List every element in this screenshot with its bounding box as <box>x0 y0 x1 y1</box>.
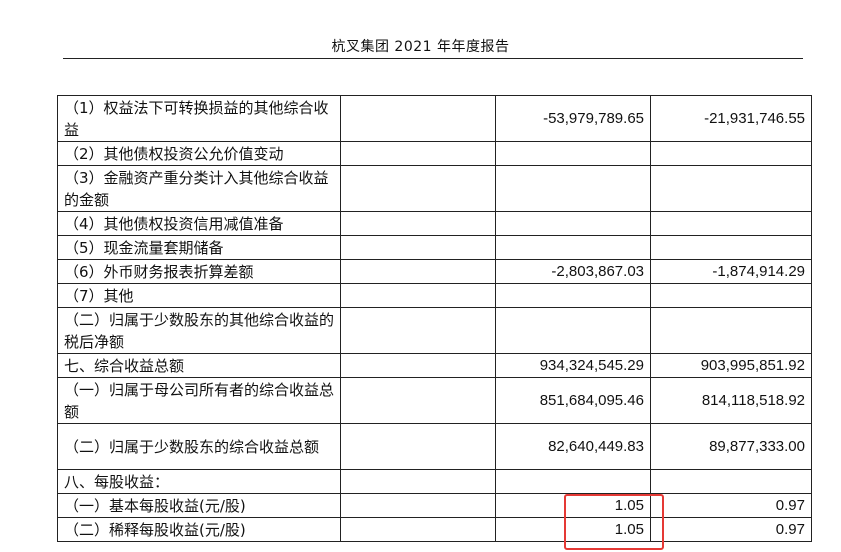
current-period-value <box>495 141 651 166</box>
table-row: （3）金融资产重分类计入其他综合收益的金额 <box>57 165 812 212</box>
current-period-value: -2,803,867.03 <box>495 259 651 284</box>
prior-period-value: -1,874,914.29 <box>650 259 812 284</box>
current-period-value <box>495 469 651 494</box>
comprehensive-income-table: （1）权益法下可转换损益的其他综合收益 -53,979,789.65 -21,9… <box>57 95 812 542</box>
row-label: 七、综合收益总额 <box>57 353 341 378</box>
row-label: （二）归属于少数股东的综合收益总额 <box>57 423 341 470</box>
table-row: 八、每股收益： <box>57 469 812 494</box>
row-label: （3）金融资产重分类计入其他综合收益的金额 <box>57 165 341 212</box>
table-row: （6）外币财务报表折算差额 -2,803,867.03 -1,874,914.2… <box>57 259 812 284</box>
table-row: （二）稀释每股收益(元/股) 1.05 0.97 <box>57 517 812 542</box>
prior-period-value <box>650 165 812 212</box>
row-label: 八、每股收益： <box>57 469 341 494</box>
table-row: （一）基本每股收益(元/股) 1.05 0.97 <box>57 493 812 518</box>
current-period-value: 851,684,095.46 <box>495 377 651 424</box>
prior-period-value <box>650 469 812 494</box>
row-label: （4）其他债权投资信用减值准备 <box>57 211 341 236</box>
row-label: （一）基本每股收益(元/股) <box>57 493 341 518</box>
prior-period-value <box>650 211 812 236</box>
current-period-value <box>495 211 651 236</box>
row-label: （6）外币财务报表折算差额 <box>57 259 341 284</box>
header-divider <box>63 58 803 59</box>
table-row: 七、综合收益总额 934,324,545.29 903,995,851.92 <box>57 353 812 378</box>
prior-period-value: 903,995,851.92 <box>650 353 812 378</box>
row-label: （一）归属于母公司所有者的综合收益总额 <box>57 377 341 424</box>
table-row: （二）归属于少数股东的综合收益总额 82,640,449.83 89,877,3… <box>57 423 812 470</box>
report-header-title: 杭叉集团 2021 年年度报告 <box>331 39 510 55</box>
table-row: （4）其他债权投资信用减值准备 <box>57 211 812 236</box>
prior-period-value: 814,118,518.92 <box>650 377 812 424</box>
table-row: （一）归属于母公司所有者的综合收益总额 851,684,095.46 814,1… <box>57 377 812 424</box>
current-period-value <box>495 235 651 260</box>
current-period-value: 934,324,545.29 <box>495 353 651 378</box>
eps-highlight-box <box>564 494 664 550</box>
table-row: （5）现金流量套期储备 <box>57 235 812 260</box>
table-row: （7）其他 <box>57 283 812 308</box>
row-label: （二）归属于少数股东的其他综合收益的税后净额 <box>57 307 341 354</box>
table-row: （二）归属于少数股东的其他综合收益的税后净额 <box>57 307 812 354</box>
prior-period-value <box>650 283 812 308</box>
prior-period-value <box>650 235 812 260</box>
row-label: （二）稀释每股收益(元/股) <box>57 517 341 542</box>
prior-period-value: -21,931,746.55 <box>650 95 812 142</box>
table-row: （1）权益法下可转换损益的其他综合收益 -53,979,789.65 -21,9… <box>57 95 812 142</box>
current-period-value <box>495 283 651 308</box>
prior-period-value: 0.97 <box>650 517 812 542</box>
table-row: （2）其他债权投资公允价值变动 <box>57 141 812 166</box>
current-period-value <box>495 165 651 212</box>
current-period-value <box>495 307 651 354</box>
row-label: （1）权益法下可转换损益的其他综合收益 <box>57 95 341 142</box>
current-period-value: 82,640,449.83 <box>495 423 651 470</box>
prior-period-value <box>650 307 812 354</box>
prior-period-value: 89,877,333.00 <box>650 423 812 470</box>
row-label: （7）其他 <box>57 283 341 308</box>
prior-period-value <box>650 141 812 166</box>
row-label: （2）其他债权投资公允价值变动 <box>57 141 341 166</box>
row-label: （5）现金流量套期储备 <box>57 235 341 260</box>
current-period-value: -53,979,789.65 <box>495 95 651 142</box>
prior-period-value: 0.97 <box>650 493 812 518</box>
